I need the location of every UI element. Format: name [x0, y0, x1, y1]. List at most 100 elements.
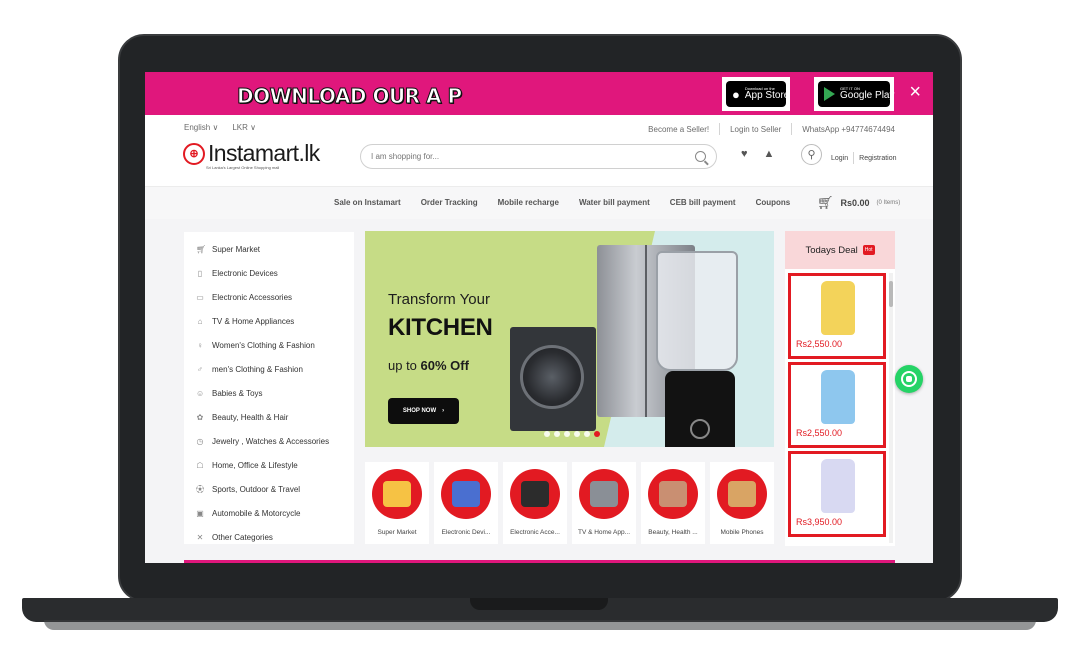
cart-summary[interactable]: 🛒︎ Rs0.00 (0 Items) — [817, 195, 900, 211]
become-seller-link[interactable]: Become a Seller! — [648, 125, 709, 134]
dress-icon: ♀ — [197, 340, 203, 350]
seller-login-link[interactable]: Login to Seller — [730, 125, 781, 134]
shopping-cart-icon: 🛒︎ — [817, 195, 834, 210]
carousel-dots — [544, 431, 600, 437]
category-item[interactable]: ⌂ TV & Home Appliances — [184, 309, 354, 333]
category-item[interactable]: ◷ Jewelry , Watches & Accessories — [184, 429, 354, 453]
website-screen: DOWNLOAD OUR A P ● Download on the App S… — [145, 72, 933, 563]
logo-wordmark: Instamart.lk — [208, 140, 320, 166]
nav-link[interactable]: Mobile recharge — [498, 198, 559, 207]
whatsapp-contact[interactable]: WhatsApp +94774674494 — [802, 125, 895, 134]
search-icon[interactable] — [695, 151, 706, 162]
cart-icon: 🛒︎ — [196, 244, 207, 254]
category-label: Automobile & Motorcycle — [212, 508, 301, 518]
category-label: Other Categories — [212, 532, 273, 542]
banner-headline: DOWNLOAD OUR A P — [237, 84, 463, 109]
category-tile[interactable]: TV & Home App... — [572, 462, 636, 544]
watch-icon: ◷ — [196, 436, 204, 446]
site-logo[interactable]: ⊕ Instamart.lk — [183, 142, 320, 165]
category-item[interactable]: ☺ Babies & Toys — [184, 381, 354, 405]
nav-link[interactable]: Coupons — [756, 198, 791, 207]
carousel-dot[interactable] — [544, 431, 550, 437]
category-tile-image — [648, 469, 698, 519]
app-download-banner: DOWNLOAD OUR A P ● Download on the App S… — [145, 72, 933, 115]
category-item[interactable]: ▣ Automobile & Motorcycle — [184, 501, 354, 525]
category-label: Babies & Toys — [212, 388, 263, 398]
chevron-right-icon: › — [442, 408, 445, 414]
shop-now-button[interactable]: SHOP NOW › — [388, 398, 459, 424]
cart-item-count: (0 Items) — [876, 200, 901, 206]
carousel-dot[interactable] — [554, 431, 560, 437]
washing-machine-image — [510, 327, 596, 431]
category-tile-label: Beauty, Health ... — [648, 529, 698, 536]
hero-carousel[interactable]: Transform Your KITCHEN up to 60% Off SHO… — [365, 231, 774, 447]
car-icon: ▣ — [196, 508, 204, 518]
deal-product-image — [821, 281, 855, 335]
deal-price: Rs2,550.00 — [796, 428, 843, 438]
language-selector[interactable]: English ∨ — [184, 123, 218, 132]
google-play-button[interactable]: GET IT ON Google Play — [814, 77, 894, 111]
category-label: TV & Home Appliances — [212, 316, 295, 326]
laptop-notch — [470, 598, 608, 610]
nav-link[interactable]: Sale on Instamart — [334, 198, 401, 207]
user-avatar-icon[interactable]: ⚲ — [801, 144, 822, 165]
carousel-dot[interactable] — [584, 431, 590, 437]
close-icon[interactable]: × — [909, 82, 921, 102]
hero-title: KITCHEN — [388, 314, 493, 341]
category-tile-label: Super Market — [377, 529, 417, 536]
nav-link[interactable]: CEB bill payment — [670, 198, 736, 207]
category-item[interactable]: ▭ Electronic Accessories — [184, 285, 354, 309]
category-tile[interactable]: Mobile Phones — [710, 462, 774, 544]
category-item[interactable]: ▯ Electronic Devices — [184, 261, 354, 285]
deal-scrollbar[interactable] — [889, 273, 893, 543]
todays-deal-title: Todays Deal — [805, 244, 858, 256]
nav-link[interactable]: Order Tracking — [421, 198, 478, 207]
search-input[interactable] — [371, 152, 695, 161]
category-item[interactable]: ♀ Women's Clothing & Fashion — [184, 333, 354, 357]
deal-product-image — [821, 370, 855, 424]
category-label: Sports, Outdoor & Travel — [212, 484, 301, 494]
sports-icon: ⚽︎ — [196, 484, 204, 494]
main-nav: Sale on Instamart Order Tracking Mobile re… — [145, 186, 933, 219]
category-label: men's Clothing & Fashion — [212, 364, 303, 374]
category-tile-image — [441, 469, 491, 519]
category-tile[interactable]: Beauty, Health ... — [641, 462, 705, 544]
category-item[interactable]: 🛒︎ Super Market — [184, 237, 354, 261]
category-label: Beauty, Health & Hair — [212, 412, 289, 422]
site-header: English ∨ LKR ∨ Become a Seller! Login t… — [145, 115, 933, 186]
carousel-dot[interactable] — [564, 431, 570, 437]
carousel-dot[interactable] — [574, 431, 580, 437]
category-item[interactable]: ✕ Other Categories — [184, 525, 354, 549]
nav-link[interactable]: Water bill payment — [579, 198, 650, 207]
hero-discount: up to 60% Off — [388, 358, 469, 373]
shirt-icon: ♂ — [197, 364, 203, 374]
wishlist-heart-icon[interactable]: ♥ — [741, 148, 748, 160]
category-label: Electronic Devices — [212, 268, 278, 278]
currency-selector[interactable]: LKR ∨ — [232, 123, 256, 132]
carousel-dot[interactable] — [594, 431, 600, 437]
cart-logo-icon: ⊕ — [183, 142, 205, 165]
category-item[interactable]: ☖ Home, Office & Lifestyle — [184, 453, 354, 477]
category-tile[interactable]: Electronic Acce... — [503, 462, 567, 544]
category-tiles: Super Market Electronic Devi... Electronic… — [365, 462, 774, 544]
category-label: Home, Office & Lifestyle — [212, 460, 298, 470]
app-store-button[interactable]: ● Download on the App Store — [722, 77, 790, 111]
login-link[interactable]: Login — [831, 155, 848, 162]
registration-link[interactable]: Registration — [859, 155, 896, 162]
beauty-icon: ✿ — [196, 412, 204, 422]
category-item[interactable]: ♂ men's Clothing & Fashion — [184, 357, 354, 381]
category-tile[interactable]: Super Market — [365, 462, 429, 544]
deal-product-card[interactable]: Rs3,950.00 — [788, 451, 886, 537]
category-tile[interactable]: Electronic Devi... — [434, 462, 498, 544]
scrollbar-thumb[interactable] — [889, 281, 893, 307]
category-item[interactable]: ✿ Beauty, Health & Hair — [184, 405, 354, 429]
category-tile-image — [579, 469, 629, 519]
deal-product-card[interactable]: Rs2,550.00 — [788, 273, 886, 359]
laptop-shadow — [44, 620, 1036, 630]
deal-product-card[interactable]: Rs2,550.00 — [788, 362, 886, 448]
whatsapp-chat-button[interactable] — [895, 365, 923, 393]
category-item[interactable]: ⚽︎ Sports, Outdoor & Travel — [184, 477, 354, 501]
appliance-icon: ⌂ — [197, 316, 203, 326]
category-tile-label: TV & Home App... — [577, 529, 631, 536]
notification-bell-icon[interactable]: ▲ — [764, 148, 775, 160]
